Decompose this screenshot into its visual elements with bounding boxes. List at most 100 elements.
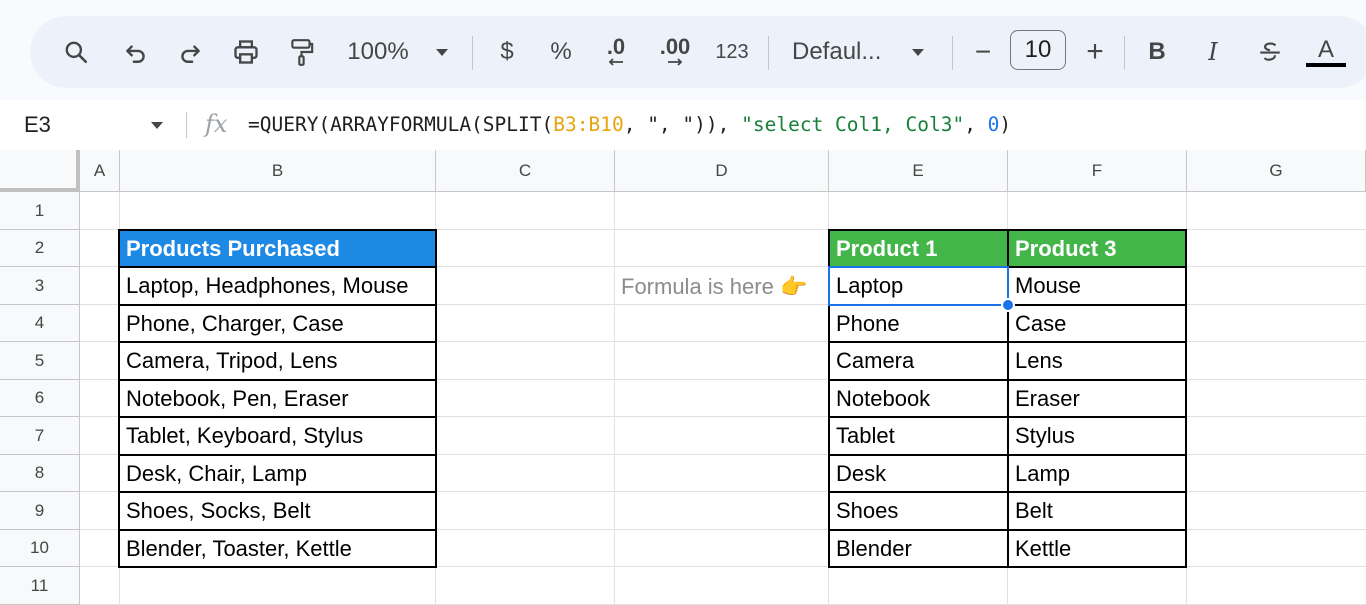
arrow-right-icon [668,58,683,66]
column-header-d[interactable]: D [615,150,829,192]
cell-e6[interactable]: Notebook [828,379,1009,418]
cell-b4[interactable]: Phone, Charger, Case [118,304,437,343]
row-header-3[interactable]: 3 [0,267,80,305]
cell-e10[interactable]: Blender [828,529,1009,568]
cell-b7[interactable]: Tablet, Keyboard, Stylus [118,416,437,456]
increase-decimal-button[interactable]: .00 [652,16,698,88]
increase-font-size-button[interactable]: + [1080,16,1110,88]
cell-b9[interactable]: Shoes, Socks, Belt [118,491,437,531]
cell-f6[interactable]: Eraser [1007,379,1187,418]
percent-format-button[interactable]: % [546,16,576,88]
font-family-select[interactable]: Defaul... [792,16,892,88]
spreadsheet-grid: A B C D E F G 1 2 3 4 5 6 7 8 9 10 11 Pr… [0,150,1366,605]
formula-input[interactable]: =QUERY(ARRAYFORMULA(SPLIT(B3:B10, ", "))… [248,113,1011,136]
select-all-corner[interactable] [0,150,80,192]
search-menus-button[interactable] [56,16,96,88]
cell-f10[interactable]: Kettle [1007,529,1187,568]
cell-f2-header[interactable]: Product 3 [1007,229,1187,268]
toolbar: 100% $ % .0 .00 123 Defaul... − 10 + B I… [30,16,1366,88]
column-header-g[interactable]: G [1187,150,1366,192]
formula-bar-divider [186,112,187,138]
decrease-decimal-button[interactable]: .0 [596,16,636,88]
redo-button[interactable] [170,16,210,88]
row-header-4[interactable]: 4 [0,305,80,342]
cell-e8[interactable]: Desk [828,454,1009,493]
dropdown-arrow-icon [912,49,924,56]
font-family-dropdown-arrow[interactable] [906,16,930,88]
cell-b2-header[interactable]: Products Purchased [118,229,437,268]
column-header-c[interactable]: C [436,150,615,192]
text-color-button[interactable]: A [1306,16,1346,88]
row-header-6[interactable]: 6 [0,380,80,417]
redo-icon [181,45,200,63]
increase-decimal-label: .00 [659,34,691,59]
formula-text: =QUERY(ARRAYFORMULA(SPLIT( [248,113,554,136]
formula-number: 0 [987,113,1000,136]
undo-icon [126,45,145,63]
cell-b10[interactable]: Blender, Toaster, Kettle [118,529,437,568]
paint-format-button[interactable] [282,16,322,88]
zoom-dropdown-arrow[interactable] [430,16,454,88]
row-header-10[interactable]: 10 [0,530,80,567]
cell-e4[interactable]: Phone [828,304,1009,343]
toolbar-divider [1124,36,1125,70]
cell-e7[interactable]: Tablet [828,416,1009,456]
column-header-e[interactable]: E [829,150,1008,192]
decrease-font-size-button[interactable]: − [968,16,998,88]
column-header-b[interactable]: B [120,150,436,192]
text-color-swatch [1306,63,1346,67]
cell-b5[interactable]: Camera, Tripod, Lens [118,341,437,381]
formula-text: , [623,113,648,136]
gridline [614,192,615,605]
zoom-value[interactable]: 100% [342,16,414,88]
row-header-2[interactable]: 2 [0,230,80,267]
column-header-f[interactable]: F [1008,150,1187,192]
number-format-button[interactable]: 123 [710,16,754,88]
cell-e5[interactable]: Camera [828,341,1009,381]
print-button[interactable] [226,16,266,88]
cell-d3-note[interactable]: Formula is here 👉 [621,274,807,300]
cell-f9[interactable]: Belt [1007,491,1187,531]
row-header-8[interactable]: 8 [0,455,80,492]
name-box[interactable]: E3 [24,112,51,138]
font-size-input[interactable]: 10 [1010,30,1066,70]
cell-e9[interactable]: Shoes [828,491,1009,531]
undo-button[interactable] [116,16,156,88]
toolbar-divider [768,36,769,70]
text-color-label: A [1317,36,1334,63]
row-header-7[interactable]: 7 [0,417,80,455]
formula-string: "select Col1, Col3" [741,113,965,136]
decrease-decimal-label: .0 [606,34,626,59]
strikethrough-icon [1260,42,1280,61]
cell-e3[interactable]: Laptop [828,266,1009,306]
italic-button[interactable]: I [1198,16,1228,88]
fx-icon: fx [205,110,228,138]
row-header-1[interactable]: 1 [0,192,80,230]
formula-text: , [964,113,988,136]
cell-f4[interactable]: Case [1007,304,1187,343]
dropdown-arrow-icon [436,49,448,56]
fill-handle[interactable] [1001,298,1015,312]
toolbar-divider [472,36,473,70]
cell-f3[interactable]: Mouse [1007,266,1187,306]
strikethrough-button[interactable] [1252,16,1288,88]
cell-e2-header[interactable]: Product 1 [828,229,1009,268]
arrow-left-icon [608,58,623,66]
toolbar-divider [952,36,953,70]
cell-f7[interactable]: Stylus [1007,416,1187,456]
cell-b8[interactable]: Desk, Chair, Lamp [118,454,437,493]
row-header-9[interactable]: 9 [0,492,80,530]
cell-f5[interactable]: Lens [1007,341,1187,381]
cell-b6[interactable]: Notebook, Pen, Eraser [118,379,437,418]
name-box-dropdown-icon[interactable] [150,120,164,130]
column-header-a[interactable]: A [80,150,120,192]
row-header-11[interactable]: 11 [0,567,80,605]
currency-format-button[interactable]: $ [492,16,522,88]
cell-f8[interactable]: Lamp [1007,454,1187,493]
bold-button[interactable]: B [1142,16,1172,88]
search-icon [65,41,88,64]
cell-b3[interactable]: Laptop, Headphones, Mouse [118,266,437,306]
print-icon [234,40,258,64]
row-header-5[interactable]: 5 [0,342,80,380]
formula-bar: E3 fx =QUERY(ARRAYFORMULA(SPLIT(B3:B10, … [0,100,1366,151]
